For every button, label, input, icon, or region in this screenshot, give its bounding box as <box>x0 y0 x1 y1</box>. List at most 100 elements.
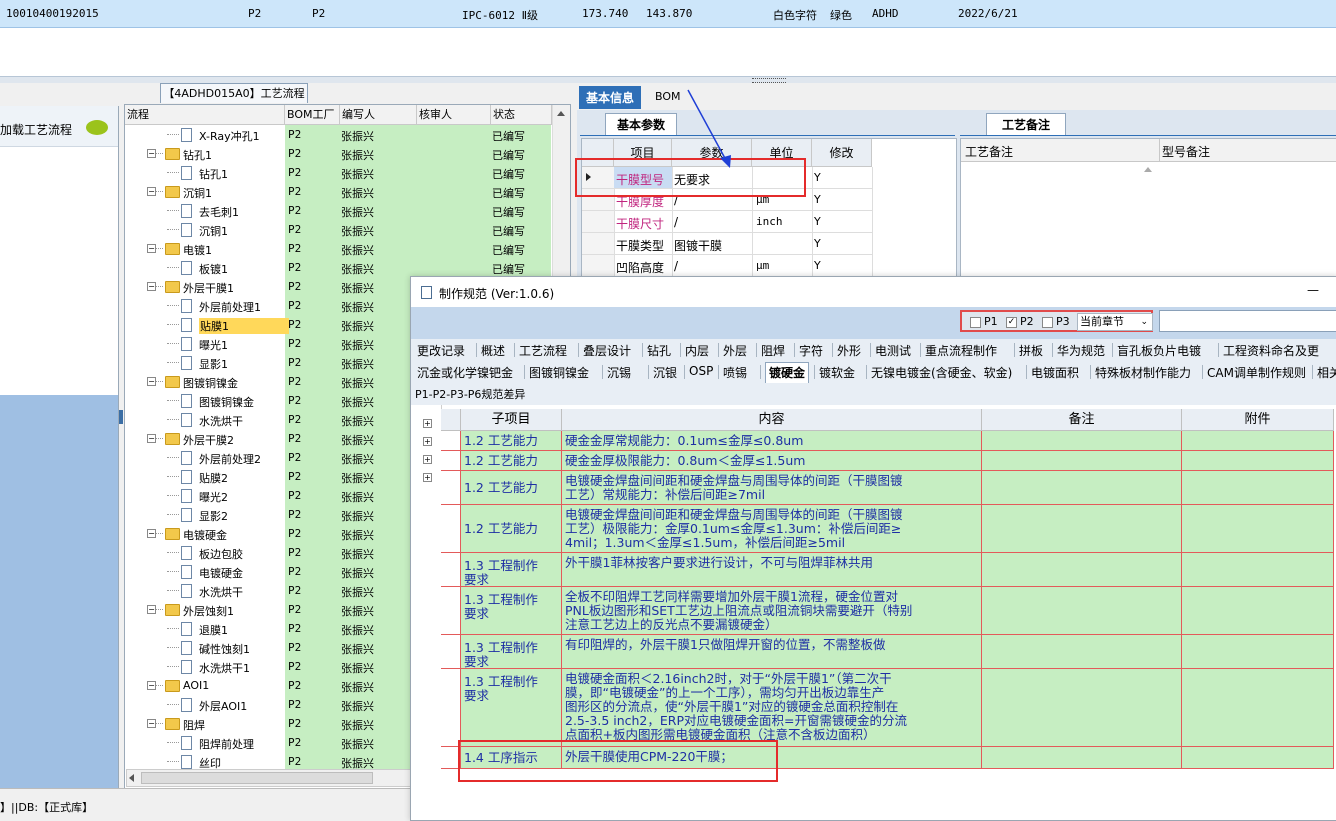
tree-row[interactable]: − 电镀1 P2 张振兴 已编写 <box>125 239 551 258</box>
menu-item[interactable]: 重点流程制作 <box>925 342 997 359</box>
menu-item[interactable]: 拼板 <box>1019 342 1043 359</box>
attachment-cell[interactable] <box>1182 505 1334 553</box>
tab-process-notes[interactable]: 工艺备注 <box>986 113 1066 136</box>
menu-item[interactable]: 字符 <box>799 342 823 359</box>
col-author[interactable]: 编写人 <box>340 105 417 125</box>
menu-item[interactable]: 钻孔 <box>647 342 671 359</box>
menu-item[interactable]: 沉金或化学镍钯金 <box>417 364 513 381</box>
tree-horizontal-scrollbar[interactable] <box>126 769 412 787</box>
attachment-cell[interactable] <box>1182 669 1334 747</box>
remark-cell[interactable] <box>982 553 1182 587</box>
menu-item-selected[interactable]: 镀硬金 <box>765 362 810 383</box>
collapse-grip-icon[interactable] <box>119 410 123 424</box>
menu-item[interactable]: 沉银 <box>653 364 677 381</box>
process-flow-tab[interactable]: 【4ADHD015A0】工艺流程 <box>160 83 308 103</box>
remark-cell[interactable] <box>982 587 1182 635</box>
spec-row[interactable]: 1.2 工艺能力 电镀硬金焊盘间间距和硬金焊盘与周围导体的间距（干膜图镀 工艺）常… <box>441 471 1336 505</box>
expand-icon[interactable]: + <box>423 437 432 446</box>
spec-row[interactable]: 1.2 工艺能力 电镀硬金焊盘间间距和硬金焊盘与周围导体的间距（干膜图镀 工艺）极… <box>441 505 1336 553</box>
scroll-thumb[interactable] <box>141 772 373 784</box>
menu-item[interactable]: 喷锡 <box>723 364 747 381</box>
factory-checkbox[interactable]: ✓ <box>1006 317 1017 328</box>
col-process-note[interactable]: 工艺备注 <box>961 139 1160 162</box>
param-value[interactable]: / <box>674 259 678 273</box>
record-row[interactable]: 10010400192015 P2 P2 IPC-6012 Ⅱ级 173.740… <box>0 0 1336 28</box>
tree-row[interactable]: 沉铜1 P2 张振兴 已编写 <box>125 220 551 239</box>
expand-icon[interactable]: + <box>423 419 432 428</box>
col-reviewer[interactable]: 核审人 <box>417 105 491 125</box>
tree-row[interactable]: X-Ray冲孔1 P2 张振兴 已编写 <box>125 125 551 144</box>
col-flow[interactable]: 流程 <box>125 105 285 125</box>
spec-row[interactable]: 1.3 工程制作 要求 电镀硬金面积＜2.16inch2时，对于“外层干膜1”（第… <box>441 669 1336 747</box>
remark-cell[interactable] <box>982 669 1182 747</box>
collapse-icon[interactable]: − <box>147 377 156 386</box>
remark-cell[interactable] <box>982 451 1182 471</box>
param-value[interactable]: 图镀干膜 <box>674 237 722 254</box>
menu-item[interactable]: 工程资料命名及更 <box>1223 342 1319 359</box>
collapse-icon[interactable]: − <box>147 605 156 614</box>
menu-p-diff[interactable]: P1-P2-P3-P6规范差异 <box>415 386 525 402</box>
tab-bom[interactable]: BOM <box>655 90 681 103</box>
tree-row[interactable]: − 钻孔1 P2 张振兴 已编写 <box>125 144 551 163</box>
dialog-titlebar[interactable]: 制作规范 (Ver:1.0.6) — <box>411 277 1336 307</box>
menu-item[interactable]: 叠层设计 <box>583 342 631 359</box>
spec-row[interactable]: 1.3 工程制作 要求 有印阻焊的，外层干膜1只做阻焊开窗的位置，不需整板做 <box>441 635 1336 669</box>
factory-checkbox[interactable] <box>1042 317 1053 328</box>
scroll-up-icon[interactable] <box>1144 167 1152 172</box>
menu-item[interactable]: 外形 <box>837 342 861 359</box>
remark-cell[interactable] <box>982 747 1182 769</box>
menu-item[interactable]: 内层 <box>685 342 709 359</box>
factory-checkbox[interactable] <box>970 317 981 328</box>
col-model-note[interactable]: 型号备注 <box>1160 139 1336 162</box>
menu-item[interactable]: 外层 <box>723 342 747 359</box>
menu-item[interactable]: 工艺流程 <box>519 342 567 359</box>
spec-row[interactable]: 1.2 工艺能力 硬金金厚常规能力：0.1um≤金厚≤0.8um <box>441 431 1336 451</box>
collapse-icon[interactable]: − <box>147 434 156 443</box>
menu-item[interactable]: 镀软金 <box>819 364 855 381</box>
col-status[interactable]: 状态 <box>491 105 552 125</box>
param-value[interactable]: / <box>674 215 678 229</box>
tree-row[interactable]: 钻孔1 P2 张振兴 已编写 <box>125 163 551 182</box>
col-content[interactable]: 内容 <box>562 409 982 431</box>
chapter-search-input[interactable] <box>1159 310 1336 332</box>
spec-row[interactable]: 1.2 工艺能力 硬金金厚极限能力：0.8um＜金厚≤1.5um <box>441 451 1336 471</box>
menu-item[interactable]: 无镍电镀金(含硬金、软金) <box>871 364 1012 381</box>
collapse-icon[interactable]: − <box>147 529 156 538</box>
collapse-icon[interactable]: − <box>147 244 156 253</box>
param-row[interactable]: 干膜类型 图镀干膜 Y <box>582 233 956 255</box>
menu-item[interactable]: 相关 <box>1317 364 1336 381</box>
param-row[interactable]: 凹陷高度 / μm Y <box>582 255 956 277</box>
spec-row[interactable]: 1.3 工程制作 要求 外干膜1菲林按客户要求进行设计，不可与阻焊菲林共用 <box>441 553 1336 587</box>
attachment-cell[interactable] <box>1182 635 1334 669</box>
menu-item[interactable]: 盲孔板负片电镀 <box>1117 342 1201 359</box>
menu-item[interactable]: 更改记录 <box>417 342 465 359</box>
col-subitem[interactable]: 子项目 <box>461 409 562 431</box>
menu-item[interactable]: 电测试 <box>875 342 911 359</box>
menu-item[interactable]: CAM调单制作规则 <box>1207 364 1306 381</box>
scroll-up-icon[interactable] <box>557 111 565 116</box>
remark-cell[interactable] <box>982 471 1182 505</box>
collapse-icon[interactable]: − <box>147 149 156 158</box>
col-attachment[interactable]: 附件 <box>1182 409 1334 431</box>
load-flow-button[interactable]: 加载工艺流程 <box>0 106 118 147</box>
col-bom-factory[interactable]: BOM工厂 <box>285 105 340 125</box>
col-edit[interactable]: 修改 <box>812 139 872 167</box>
col-remark[interactable]: 备注 <box>982 409 1182 431</box>
collapse-icon[interactable]: − <box>147 681 156 690</box>
attachment-cell[interactable] <box>1182 471 1334 505</box>
attachment-cell[interactable] <box>1182 431 1334 451</box>
menu-item[interactable]: 华为规范 <box>1057 342 1105 359</box>
collapse-icon[interactable]: − <box>147 719 156 728</box>
menu-item[interactable]: 沉锡 <box>607 364 631 381</box>
scroll-left-icon[interactable] <box>129 774 134 782</box>
collapse-icon[interactable]: − <box>147 187 156 196</box>
minimize-button[interactable]: — <box>1307 283 1319 297</box>
tree-row[interactable]: 板镀1 P2 张振兴 已编写 <box>125 258 551 277</box>
expand-icon[interactable]: + <box>423 455 432 464</box>
menu-item[interactable]: 图镀铜镍金 <box>529 364 589 381</box>
expand-icon[interactable]: + <box>423 473 432 482</box>
tab-base-info[interactable]: 基本信息 <box>579 86 642 109</box>
menu-item[interactable]: 阻焊 <box>761 342 785 359</box>
menu-item[interactable]: 电镀面积 <box>1031 364 1079 381</box>
param-row[interactable]: 干膜尺寸 / inch Y <box>582 211 956 233</box>
